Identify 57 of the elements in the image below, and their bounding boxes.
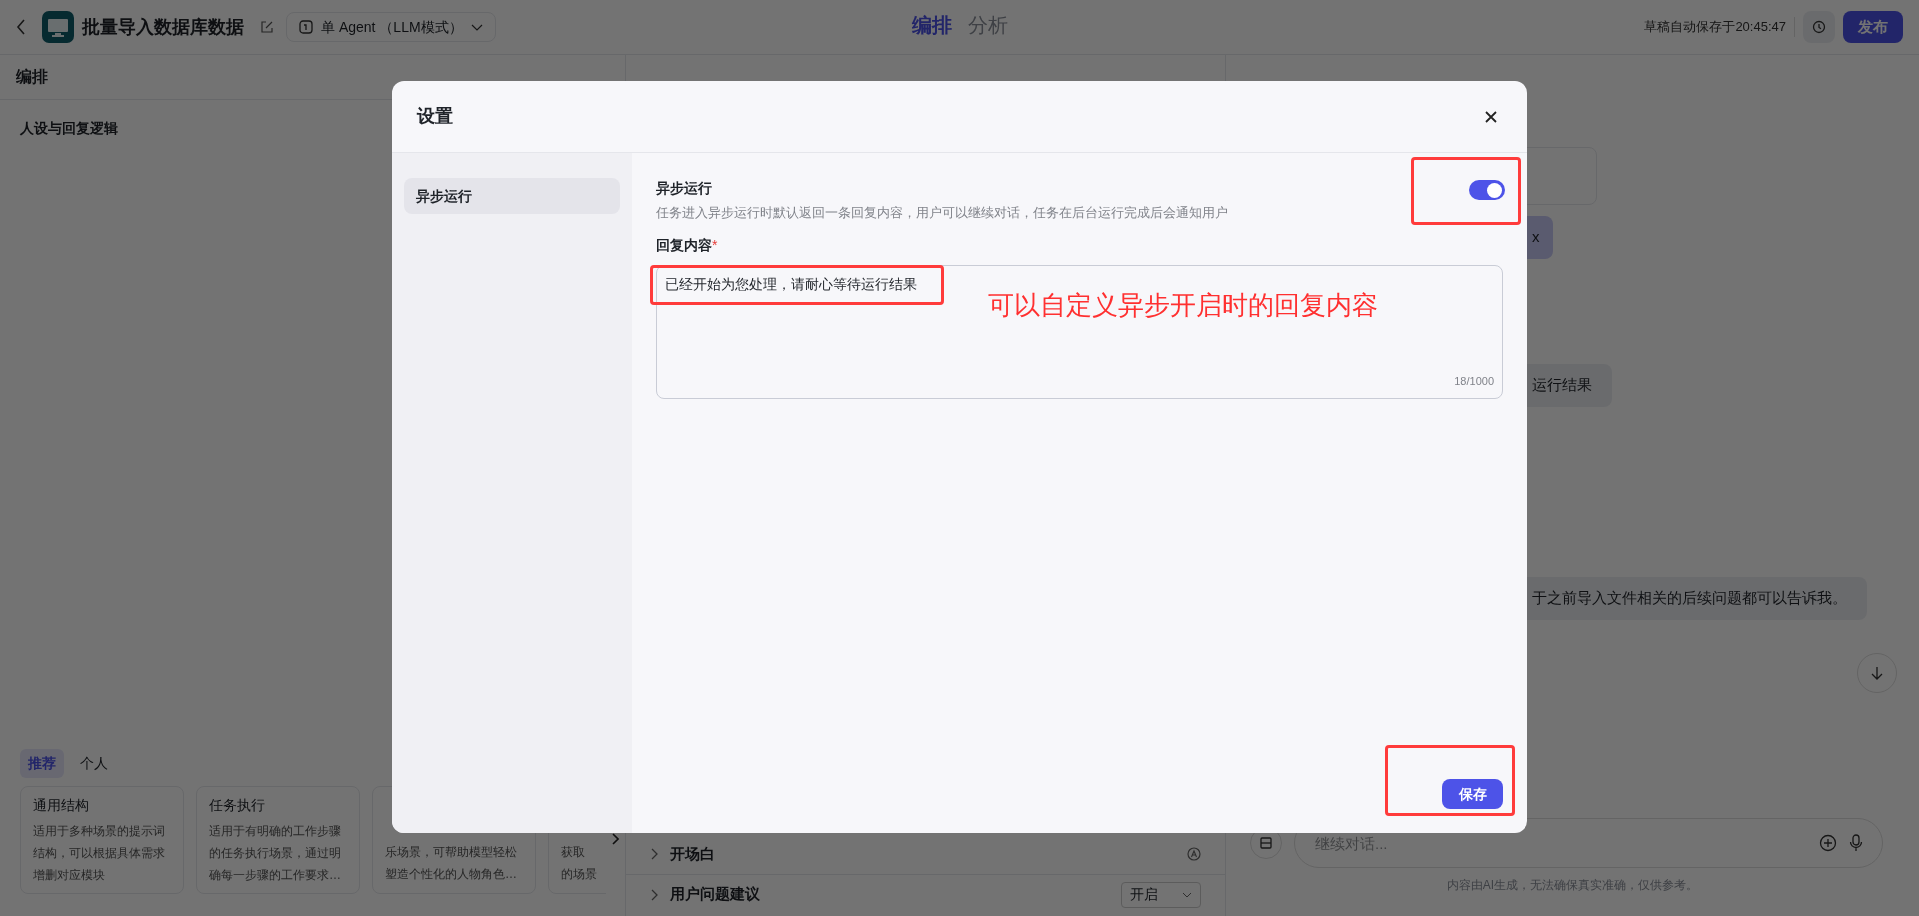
template-tab[interactable]: 推荐 xyxy=(20,749,64,778)
message-text: 于之前导入文件相关的后续问题都可以告诉我。 xyxy=(1532,588,1847,609)
setting-description: 任务进入异步运行时默认返回一条回复内容，用户可以继续对话，任务在后台运行完成后会通知用户 xyxy=(656,204,1229,222)
chevron-down-icon xyxy=(470,23,483,31)
template-card[interactable]: 通用结构 适用于多种场景的提示词 结构，可以根据具体需求 增删对应模块 xyxy=(20,786,184,894)
template-card[interactable]: 任务执行 适用于有明确的工作步骤 的任务执行场景，通过明 确每一步骤的工作要求… xyxy=(196,786,360,894)
scroll-down-button[interactable] xyxy=(1857,653,1897,693)
card-title: 任务执行 xyxy=(209,796,266,815)
message-text: 运行结果 xyxy=(1532,375,1592,396)
setting-label: 异步运行 xyxy=(656,179,713,198)
add-icon[interactable] xyxy=(1819,834,1837,852)
settings-nav-item[interactable]: 异步运行 xyxy=(404,178,620,214)
card-description: 的任务执行场景，通过明 xyxy=(209,845,342,862)
card-description: 适用于多种场景的提示词 xyxy=(33,823,166,840)
chevron-right-icon[interactable] xyxy=(650,888,658,901)
history-icon xyxy=(1812,20,1826,34)
reply-text: 已经开始为您处理，请耐心等待运行结果 xyxy=(665,274,917,294)
select-field[interactable]: 开启 xyxy=(1121,881,1201,908)
back-icon[interactable] xyxy=(16,19,26,35)
section-title: 人设与回复逻辑 xyxy=(20,120,118,136)
card-description: 适用于有明确的工作步骤 xyxy=(209,823,342,840)
publish-button[interactable]: 发布 xyxy=(1843,11,1903,43)
card-description: 的场景 xyxy=(561,866,598,883)
card-title: 通用结构 xyxy=(33,796,90,815)
save-status: 草稿自动保存于20:45:47 xyxy=(1644,18,1786,37)
chevron-right-icon[interactable] xyxy=(650,848,658,860)
card-description: 结构，可以根据具体需求 xyxy=(33,845,166,862)
dialog-title: 设置 xyxy=(417,105,453,128)
monitor-icon xyxy=(42,11,74,43)
mode-dropdown[interactable]: 单 Agent （LLM模式） xyxy=(286,12,496,42)
save-button[interactable]: 保存 xyxy=(1442,779,1503,809)
annotation-note: 可以自定义异步开启时的回复内容 xyxy=(988,289,1378,322)
card-description: 获取 xyxy=(561,844,586,861)
section-title: 用户问题建议 xyxy=(670,884,761,905)
edit-icon[interactable] xyxy=(260,20,274,34)
toggle-switch[interactable] xyxy=(1469,180,1505,200)
card-description: 确每一步骤的工作要求… xyxy=(209,867,342,884)
history-button[interactable] xyxy=(1803,11,1835,43)
microphone-icon[interactable] xyxy=(1849,834,1863,852)
card-description: 塑造个性化的人物角色… xyxy=(385,866,518,883)
chevron-right-icon xyxy=(611,833,619,845)
field-label: 回复内容 xyxy=(656,235,712,255)
card-description: 乐场景，可帮助模型轻松 xyxy=(385,844,518,861)
section-title: 开场白 xyxy=(670,843,716,864)
required-mark: * xyxy=(712,235,718,255)
auto-icon[interactable] xyxy=(1187,847,1201,861)
template-tab[interactable]: 个人 xyxy=(72,749,116,778)
arrow-down-icon xyxy=(1871,666,1883,680)
agent-icon xyxy=(299,20,313,34)
close-icon[interactable] xyxy=(1485,110,1497,123)
panel-title: 编排 xyxy=(16,67,48,87)
message-text: x xyxy=(1532,227,1540,248)
mode-tab[interactable]: 编排 xyxy=(912,10,952,40)
card-description: 增删对应模块 xyxy=(33,867,106,884)
project-title: 批量导入数据库数据 xyxy=(82,15,244,39)
character-counter: 18/1000 xyxy=(1454,374,1494,389)
chevron-down-icon xyxy=(1182,891,1192,898)
